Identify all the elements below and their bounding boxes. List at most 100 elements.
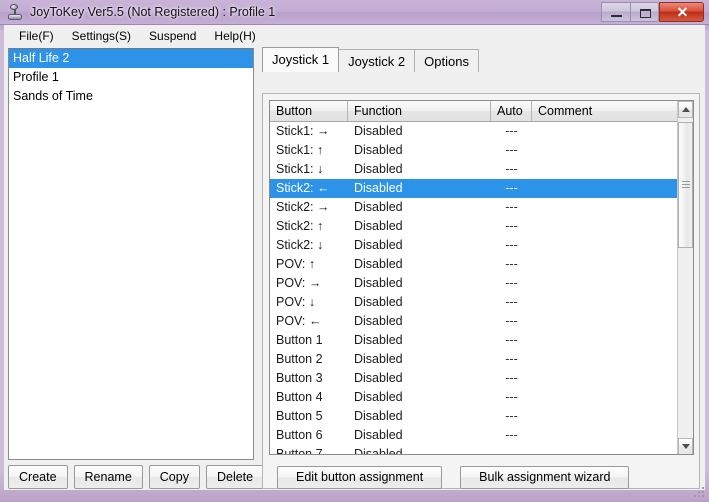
grid-cell-comment [532,350,678,369]
maximize-button[interactable] [630,2,659,22]
tab-action-buttons: Edit button assignment Bulk assignment w… [277,466,687,489]
grid-cell-auto: --- [505,257,518,271]
grid-cell-comment [532,122,678,141]
delete-button[interactable]: Delete [205,465,265,489]
grid-cell-function: Disabled [354,390,403,404]
create-button[interactable]: Create [8,465,68,489]
grid-cell-auto: --- [505,124,518,138]
grid-cell-comment [532,179,678,198]
grid-cell-button: Stick1: ↓ [276,162,324,176]
grid-row[interactable]: Button 6 Disabled --- [270,426,693,445]
grid-body: Stick1: → Disabled --- Stick1: ↑ Disabled ---… [270,122,693,455]
grid-cell-button: POV: ↓ [276,295,316,309]
grid-cell-function: Disabled [354,295,403,309]
grid-row[interactable]: Button 7 Disabled --- [270,445,693,455]
grid-cell-comment [532,236,678,255]
scrollbar-thumb[interactable] [678,122,693,248]
grid-cell-comment [532,255,678,274]
grid-cell-comment [532,426,678,445]
window-title: JoyToKey Ver5.5 (Not Registered) : Profi… [30,5,276,19]
tab-options[interactable]: Options [414,49,479,72]
grid-row[interactable]: POV: ↑ Disabled --- [270,255,693,274]
maximize-icon [640,9,651,18]
grid-cell-comment [532,293,678,312]
profile-list-item[interactable]: Profile 1 [9,68,253,87]
profile-list-item[interactable]: Sands of Time [9,87,253,106]
grid-cell-button: POV: ← [276,314,322,328]
grid-cell-comment [532,141,678,160]
grid-cell-auto: --- [505,333,518,347]
grid-cell-function: Disabled [354,371,403,385]
grid-cell-button: Button 1 [276,333,323,347]
menu-help[interactable]: Help(H) [205,27,264,45]
profile-list[interactable]: Half Life 2 Profile 1 Sands of Time [8,48,254,460]
grid-cell-button: Button 3 [276,371,323,385]
close-button[interactable]: ✕ [659,2,704,22]
grid-cell-auto: --- [505,314,518,328]
assignment-grid[interactable]: Button Function Auto Comment Stick1: → Di… [269,100,694,455]
bulk-assignment-wizard-button[interactable]: Bulk assignment wizard [460,466,630,489]
grid-cell-comment [532,160,678,179]
grid-cell-auto: --- [505,219,518,233]
resize-grip[interactable] [693,486,706,499]
grid-cell-comment [532,445,678,454]
grid-cell-auto: --- [505,162,518,176]
grid-cell-function: Disabled [354,352,403,366]
grid-cell-button: Stick2: ← [276,181,330,195]
grid-cell-function: Disabled [354,124,403,138]
grid-cell-button: Stick2: ↓ [276,238,324,252]
grid-row[interactable]: Stick2: ← Disabled --- [270,179,693,198]
grid-row[interactable]: Stick2: ↑ Disabled --- [270,217,693,236]
grid-cell-function: Disabled [354,257,403,271]
scroll-up-arrow-icon[interactable] [678,101,693,118]
tab-strip: Joystick 1 Joystick 2 Options [262,47,479,72]
grid-column-header-button[interactable]: Button [270,101,348,121]
profile-list-item[interactable]: Half Life 2 [9,49,253,68]
grid-header-row: Button Function Auto Comment [270,101,693,122]
grid-row[interactable]: POV: → Disabled --- [270,274,693,293]
caption-buttons: ✕ [601,2,704,22]
grid-cell-comment [532,274,678,293]
tab-joystick-2[interactable]: Joystick 2 [338,49,416,72]
grid-column-header-function[interactable]: Function [348,101,491,121]
grid-row[interactable]: Stick1: ↑ Disabled --- [270,141,693,160]
grid-cell-function: Disabled [354,276,403,290]
grid-row[interactable]: Button 5 Disabled --- [270,407,693,426]
grid-row[interactable]: Stick2: → Disabled --- [270,198,693,217]
tab-joystick-1[interactable]: Joystick 1 [262,47,340,72]
grid-cell-comment [532,388,678,407]
grid-column-header-auto[interactable]: Auto [491,101,532,121]
grid-row[interactable]: Stick1: → Disabled --- [270,122,693,141]
minimize-icon [611,15,622,17]
grid-row[interactable]: Stick1: ↓ Disabled --- [270,160,693,179]
grid-cell-function: Disabled [354,428,403,442]
scroll-down-arrow-icon[interactable] [678,438,693,454]
grid-cell-button: Stick2: → [276,200,330,214]
grid-cell-function: Disabled [354,447,403,455]
tab-panel: Joystick 1 Joystick 2 Options Button Fun… [262,47,700,489]
grid-row[interactable]: Button 1 Disabled --- [270,331,693,350]
menu-suspend[interactable]: Suspend [140,27,205,45]
grid-cell-auto: --- [505,181,518,195]
grid-vertical-scrollbar[interactable] [677,101,693,454]
grid-row[interactable]: Button 4 Disabled --- [270,388,693,407]
grid-cell-button: Button 2 [276,352,323,366]
grid-cell-function: Disabled [354,162,403,176]
grid-cell-auto: --- [505,352,518,366]
grid-row[interactable]: Button 3 Disabled --- [270,369,693,388]
grid-row[interactable]: Button 2 Disabled --- [270,350,693,369]
grid-row[interactable]: POV: ← Disabled --- [270,312,693,331]
rename-button[interactable]: Rename [73,465,143,489]
scrollbar-grip-icon [682,181,690,188]
title-bar[interactable]: JoyToKey Ver5.5 (Not Registered) : Profi… [0,0,709,25]
menu-file[interactable]: File(F) [10,27,63,45]
edit-button-assignment-button[interactable]: Edit button assignment [277,466,443,489]
minimize-button[interactable] [601,2,630,22]
grid-row[interactable]: Stick2: ↓ Disabled --- [270,236,693,255]
menu-settings[interactable]: Settings(S) [63,27,140,45]
grid-row[interactable]: POV: ↓ Disabled --- [270,293,693,312]
grid-cell-auto: --- [505,371,518,385]
grid-column-header-comment[interactable]: Comment [532,101,678,121]
copy-button[interactable]: Copy [148,465,200,489]
grid-cell-auto: --- [505,428,518,442]
